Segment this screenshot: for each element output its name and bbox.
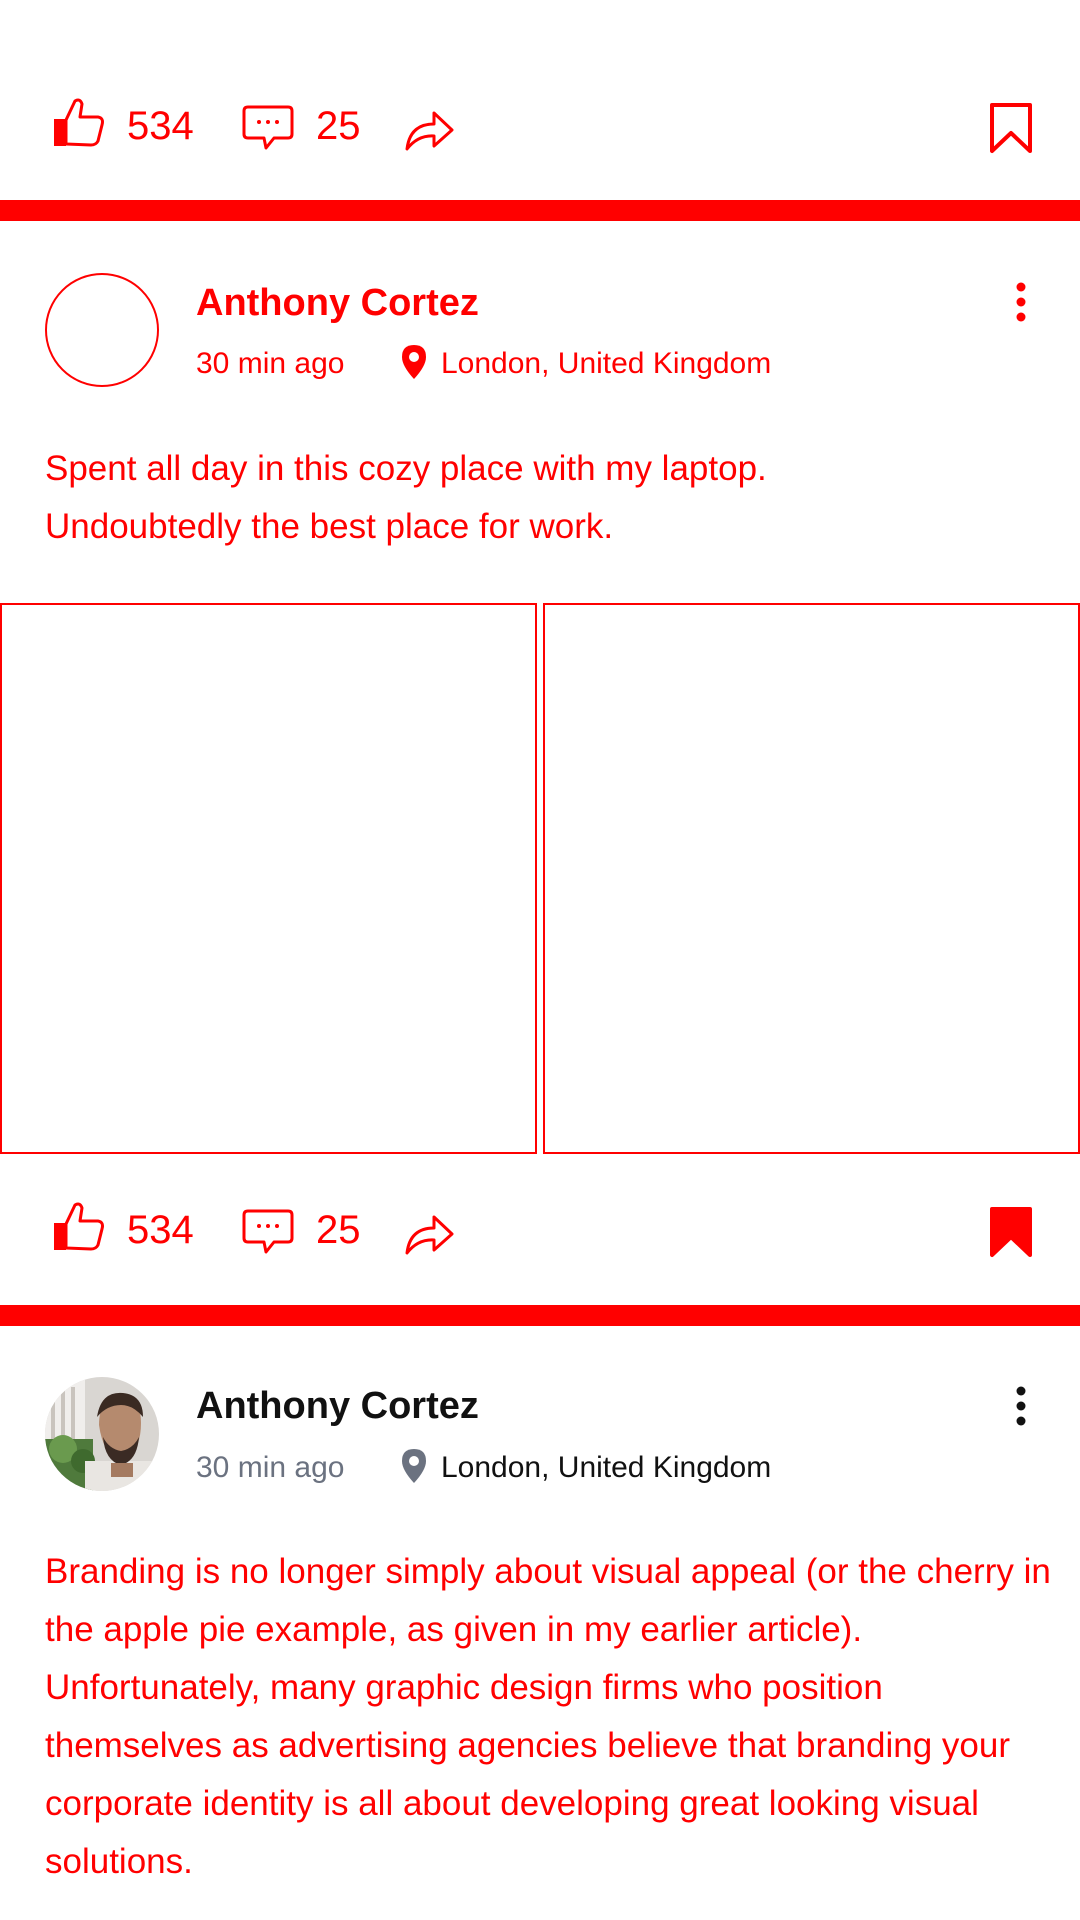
avatar[interactable]: [45, 273, 159, 387]
share-button[interactable]: [404, 106, 456, 157]
post-location[interactable]: London, United Kingdom: [441, 1450, 771, 1486]
bookmark-button[interactable]: [989, 102, 1033, 159]
post-photo[interactable]: [543, 603, 1080, 1154]
bookmark-icon: [990, 103, 1032, 153]
share-icon: [405, 1215, 454, 1255]
more-vertical-icon: [1016, 1386, 1026, 1426]
more-vertical-icon: [1016, 282, 1026, 322]
location-pin-icon: [401, 344, 427, 385]
top-action-bar: 534 25: [0, 78, 1080, 178]
post-action-bar: 534 25: [0, 1182, 1080, 1282]
more-options-button[interactable]: [1014, 282, 1028, 327]
thumbs-up-icon: [54, 98, 104, 147]
bookmark-filled-icon: [990, 1207, 1032, 1257]
post-photo[interactable]: [0, 603, 537, 1154]
post-location[interactable]: London, United Kingdom: [441, 346, 771, 382]
post-time: 30 min ago: [196, 347, 345, 380]
author-name[interactable]: Anthony Cortez: [196, 1383, 479, 1429]
comment-icon: [242, 105, 294, 150]
share-icon: [405, 111, 454, 151]
author-name[interactable]: Anthony Cortez: [196, 280, 479, 326]
post-time: 30 min ago: [196, 1451, 345, 1484]
comment-count: 25: [316, 104, 361, 148]
like-count: 534: [127, 104, 194, 148]
comment-count: 25: [316, 1208, 361, 1252]
comment-button[interactable]: [242, 1208, 294, 1261]
avatar[interactable]: [45, 1377, 159, 1491]
post-text: Branding is no longer simply about visua…: [45, 1552, 1051, 1881]
post-text: Spent all day in this cozy place with my…: [45, 449, 767, 546]
bookmark-button[interactable]: [989, 1206, 1033, 1263]
like-count: 534: [127, 1208, 194, 1252]
comment-icon: [242, 1209, 294, 1254]
comment-button[interactable]: [242, 104, 294, 157]
like-button[interactable]: [52, 96, 106, 155]
thumbs-up-icon: [54, 1202, 104, 1251]
avatar-photo: [45, 1377, 159, 1491]
post-divider: [0, 1305, 1080, 1326]
share-button[interactable]: [404, 1210, 456, 1261]
like-button[interactable]: [52, 1200, 106, 1259]
more-options-button[interactable]: [1014, 1386, 1028, 1431]
location-pin-icon: [401, 1448, 427, 1489]
post-divider: [0, 200, 1080, 221]
